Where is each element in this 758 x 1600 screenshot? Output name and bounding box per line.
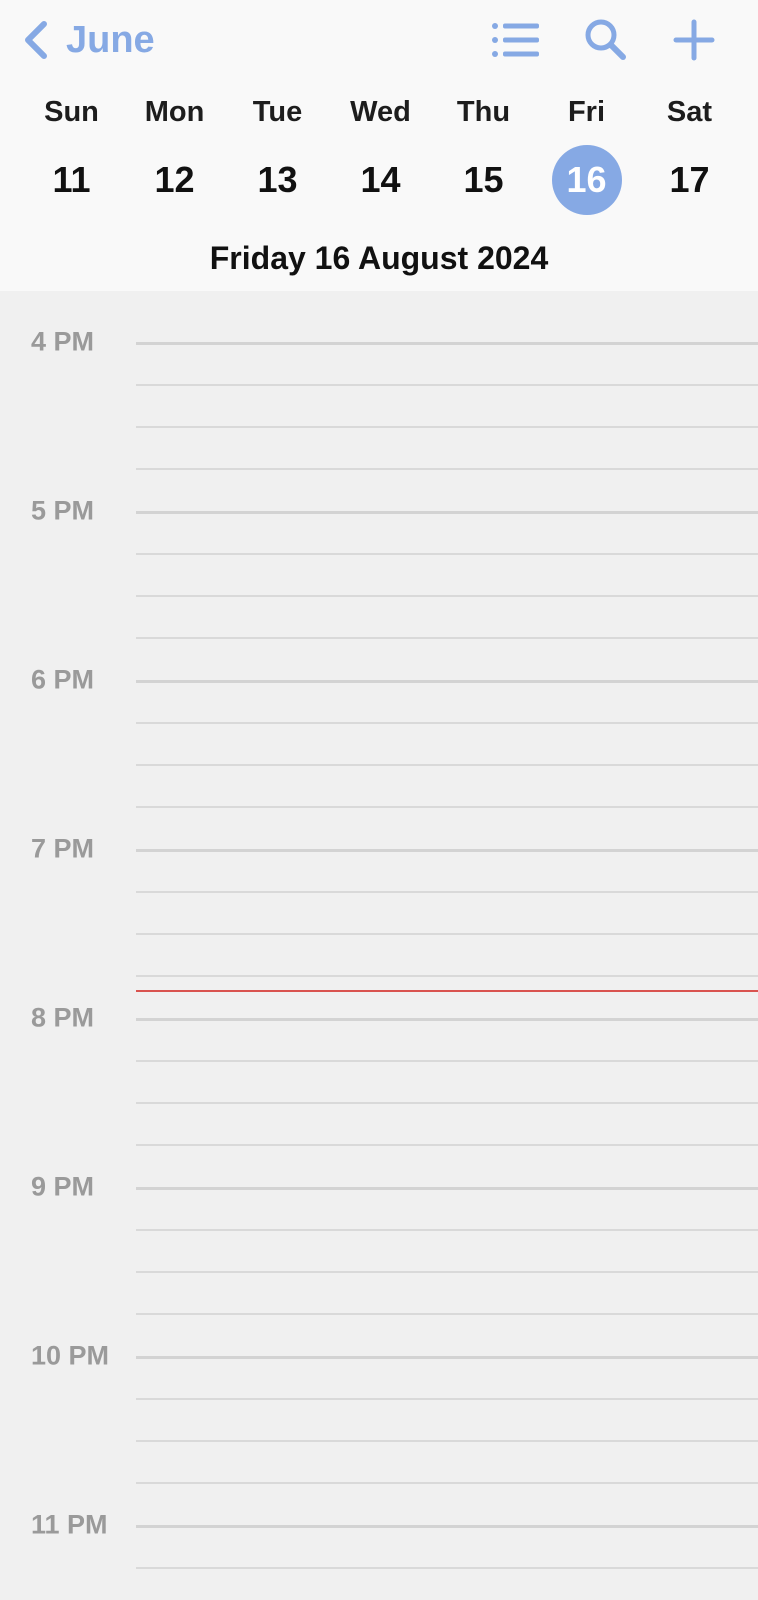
weekday-label: Sun (44, 95, 99, 128)
date-cell[interactable]: 12 (123, 144, 226, 216)
current-time-indicator (136, 990, 758, 992)
weekday-label: Tue (252, 95, 303, 128)
weekday-row: Sun Mon Tue Wed Thu Fri Sat (20, 92, 742, 132)
hour-line (136, 680, 758, 683)
quarter-line (136, 1144, 758, 1146)
date-row: 11 12 13 14 15 16 17 (20, 144, 742, 216)
weekday-label: Wed (350, 95, 411, 128)
quarter-line (136, 1567, 758, 1569)
quarter-line (136, 1060, 758, 1062)
day-timeline[interactable]: 4 PM 5 PM 6 PM 7 PM 8 PM 9 PM 10 PM 11 P… (0, 291, 758, 1600)
hour-line (136, 849, 758, 852)
add-icon (668, 16, 720, 64)
date-cell[interactable]: 14 (329, 144, 432, 216)
weekday-label: Mon (144, 95, 205, 128)
quarter-line (136, 933, 758, 935)
date-number: 12 (154, 159, 195, 200)
date-number: 15 (463, 159, 504, 200)
quarter-line (136, 1229, 758, 1231)
back-month-label: June (66, 19, 155, 61)
hour-line (136, 511, 758, 514)
hour-label: 10 PM (31, 1340, 110, 1371)
date-number: 17 (669, 159, 710, 200)
chevron-left-icon (22, 20, 50, 60)
quarter-line (136, 806, 758, 808)
quarter-line (136, 722, 758, 724)
quarter-line (136, 595, 758, 597)
date-cell-selected[interactable]: 16 (535, 144, 638, 216)
weekday-label: Thu (456, 95, 511, 128)
hour-label: 8 PM (31, 1002, 95, 1033)
search-icon (580, 16, 632, 64)
quarter-line (136, 764, 758, 766)
quarter-line (136, 1440, 758, 1442)
weekday-label: Fri (567, 95, 606, 128)
quarter-line (136, 553, 758, 555)
hour-line (136, 342, 758, 345)
hour-line (136, 1525, 758, 1528)
selected-date-number: 16 (551, 145, 622, 215)
back-to-month-button[interactable]: June (22, 18, 155, 62)
list-view-button[interactable] (490, 16, 542, 64)
quarter-line (136, 1102, 758, 1104)
add-event-button[interactable] (668, 16, 720, 64)
quarter-line (136, 468, 758, 470)
date-number: 14 (360, 159, 401, 200)
quarter-line (136, 975, 758, 977)
hour-label: 5 PM (31, 495, 95, 526)
hour-line (136, 1356, 758, 1359)
quarter-line (136, 891, 758, 893)
search-button[interactable] (580, 16, 632, 64)
date-cell[interactable]: 11 (20, 144, 123, 216)
hour-line (136, 1187, 758, 1190)
quarter-line (136, 1482, 758, 1484)
date-cell[interactable]: 13 (226, 144, 329, 216)
quarter-line (136, 1398, 758, 1400)
quarter-line (136, 1313, 758, 1315)
hour-line (136, 1018, 758, 1021)
hour-label: 9 PM (31, 1171, 95, 1202)
weekday-label: Sat (666, 95, 713, 128)
list-icon (490, 16, 542, 64)
hour-label: 7 PM (31, 833, 95, 864)
hour-label: 11 PM (31, 1509, 108, 1540)
date-cell[interactable]: 15 (432, 144, 535, 216)
quarter-line (136, 426, 758, 428)
date-number: 11 (52, 159, 91, 200)
date-number: 13 (257, 159, 298, 200)
calendar-header: June Sun Mon Tue Wed Thu Fri Sat 11 12 1… (0, 0, 758, 291)
selected-full-date: Friday 16 August 2024 (209, 240, 549, 276)
quarter-line (136, 1271, 758, 1273)
quarter-line (136, 384, 758, 386)
hour-label: 4 PM (31, 326, 95, 357)
quarter-line (136, 637, 758, 639)
hour-label: 6 PM (31, 664, 95, 695)
date-cell[interactable]: 17 (638, 144, 741, 216)
